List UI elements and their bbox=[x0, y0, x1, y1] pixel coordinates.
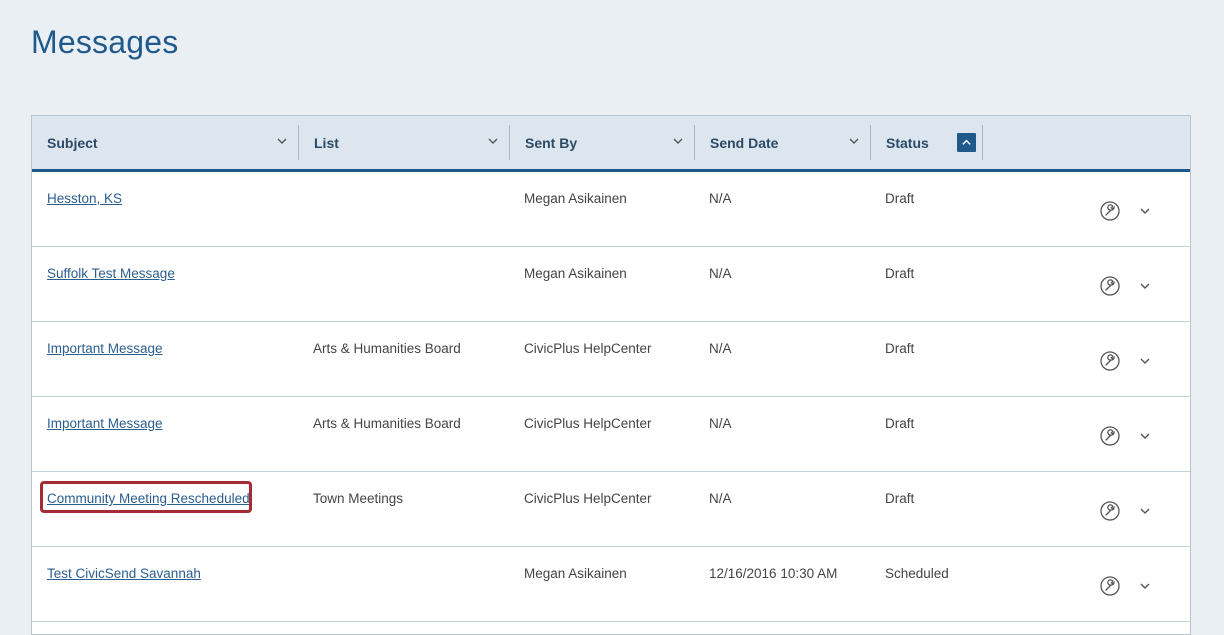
table-row: Important Message Arts & Humanities Boar… bbox=[32, 397, 1190, 472]
highlight-box bbox=[40, 481, 252, 513]
send-date-cell: N/A bbox=[709, 416, 732, 431]
wrench-circle-icon[interactable] bbox=[1099, 200, 1121, 222]
wrench-circle-icon[interactable] bbox=[1099, 500, 1121, 522]
subject-cell: Important Message bbox=[47, 416, 163, 431]
chevron-down-icon[interactable] bbox=[848, 135, 860, 147]
subject-cell: Important Message bbox=[47, 341, 163, 356]
column-label: Status bbox=[886, 134, 929, 151]
send-date-cell: N/A bbox=[709, 491, 732, 506]
status-cell: Draft bbox=[885, 341, 915, 356]
sent-by-cell: Megan Asikainen bbox=[524, 266, 627, 281]
sent-by-cell: CivicPlus HelpCenter bbox=[524, 491, 652, 506]
table-header: Subject List Sent By Send Date Status bbox=[32, 116, 1190, 172]
chevron-down-icon[interactable] bbox=[1139, 430, 1151, 442]
send-date-cell: 12/16/2016 10:30 AM bbox=[709, 566, 838, 581]
status-cell: Scheduled bbox=[885, 566, 949, 581]
sent-by-cell: Megan Asikainen bbox=[524, 566, 627, 581]
status-cell: Draft bbox=[885, 416, 915, 431]
chevron-down-icon[interactable] bbox=[487, 135, 499, 147]
column-label: List bbox=[314, 134, 339, 151]
table-row: Important Message Arts & Humanities Boar… bbox=[32, 322, 1190, 397]
chevron-up-icon bbox=[962, 139, 971, 145]
column-divider bbox=[982, 125, 983, 160]
sort-button[interactable] bbox=[957, 133, 976, 152]
column-header-sent-by[interactable]: Sent By bbox=[510, 116, 695, 169]
column-header-list[interactable]: List bbox=[299, 116, 510, 169]
send-date-cell: N/A bbox=[709, 341, 732, 356]
table-row: Test CivicSend Savannah Megan Asikainen … bbox=[32, 547, 1190, 622]
wrench-circle-icon[interactable] bbox=[1099, 350, 1121, 372]
subject-cell: Hesston, KS bbox=[47, 191, 122, 206]
table-row: Hesston, KS Megan Asikainen N/A Draft bbox=[32, 172, 1190, 247]
table-row: Community Meeting Rescheduled Town Meeti… bbox=[32, 472, 1190, 547]
chevron-down-icon[interactable] bbox=[276, 135, 288, 147]
sent-by-cell: Megan Asikainen bbox=[524, 191, 627, 206]
chevron-down-icon[interactable] bbox=[1139, 280, 1151, 292]
subject-link[interactable]: Suffolk Test Message bbox=[47, 266, 175, 281]
wrench-circle-icon[interactable] bbox=[1099, 425, 1121, 447]
column-header-subject[interactable]: Subject bbox=[32, 116, 299, 169]
subject-cell: Test CivicSend Savannah bbox=[47, 566, 201, 581]
send-date-cell: N/A bbox=[709, 266, 732, 281]
table-row: Suffolk Test Message Megan Asikainen N/A… bbox=[32, 247, 1190, 322]
messages-table: Subject List Sent By Send Date Status He… bbox=[31, 115, 1191, 635]
send-date-cell: N/A bbox=[709, 191, 732, 206]
subject-cell: Suffolk Test Message bbox=[47, 266, 175, 281]
chevron-down-icon[interactable] bbox=[1139, 355, 1151, 367]
sent-by-cell: CivicPlus HelpCenter bbox=[524, 341, 652, 356]
subject-link[interactable]: Hesston, KS bbox=[47, 191, 122, 206]
status-cell: Draft bbox=[885, 191, 915, 206]
list-cell: Arts & Humanities Board bbox=[313, 341, 461, 356]
list-cell: Arts & Humanities Board bbox=[313, 416, 461, 431]
wrench-circle-icon[interactable] bbox=[1099, 575, 1121, 597]
wrench-circle-icon[interactable] bbox=[1099, 275, 1121, 297]
table-body: Hesston, KS Megan Asikainen N/A Draft Su… bbox=[32, 172, 1190, 622]
column-label: Sent By bbox=[525, 134, 578, 151]
list-cell: Town Meetings bbox=[313, 491, 404, 506]
column-header-send-date[interactable]: Send Date bbox=[695, 116, 871, 169]
chevron-down-icon[interactable] bbox=[1139, 505, 1151, 517]
status-cell: Draft bbox=[885, 266, 915, 281]
status-cell: Draft bbox=[885, 491, 915, 506]
page-title: Messages bbox=[31, 24, 179, 60]
chevron-down-icon[interactable] bbox=[1139, 205, 1151, 217]
subject-link[interactable]: Important Message bbox=[47, 416, 163, 431]
subject-link[interactable]: Important Message bbox=[47, 341, 163, 356]
column-label: Send Date bbox=[710, 134, 779, 151]
chevron-down-icon[interactable] bbox=[1139, 580, 1151, 592]
sent-by-cell: CivicPlus HelpCenter bbox=[524, 416, 652, 431]
column-label: Subject bbox=[47, 134, 98, 151]
chevron-down-icon[interactable] bbox=[672, 135, 684, 147]
subject-link[interactable]: Test CivicSend Savannah bbox=[47, 566, 201, 581]
